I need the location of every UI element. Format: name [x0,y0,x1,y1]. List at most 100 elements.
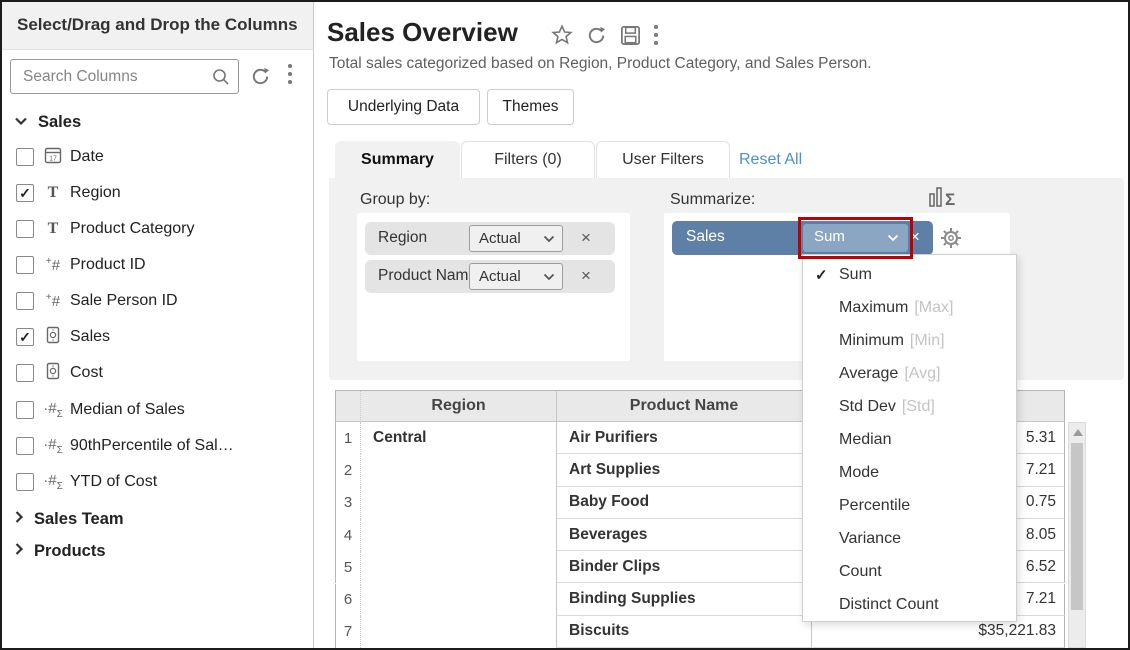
sidebar-group-products[interactable]: Products [14,536,106,566]
chevron-right-icon [14,542,24,561]
themes-button[interactable]: Themes [487,89,574,125]
sidebar-item-sales[interactable]: ✓ Sales [2,320,312,354]
menu-item-mode[interactable]: Mode [803,456,1016,489]
refresh-view-icon[interactable] [585,24,608,52]
tab-filters[interactable]: Filters (0) [461,141,595,178]
table-cell-product[interactable]: Biscuits [557,616,812,648]
chevron-down-icon [887,234,899,242]
sidebar-item-median-of-sales[interactable]: ·#Σ Median of Sales [2,393,312,427]
table-header-region[interactable]: Region [361,390,557,422]
chevron-down-icon [14,113,28,131]
table-cell-region[interactable]: Central [361,422,557,648]
checkbox[interactable] [16,401,34,419]
search-input[interactable]: Search Columns [10,59,239,94]
checkbox[interactable] [16,473,34,491]
sidebar-item-region[interactable]: ✓ T Region [2,176,312,210]
table-cell-product[interactable]: Art Supplies [557,454,812,486]
checkbox[interactable] [16,148,34,166]
remove-region-icon[interactable]: × [581,227,591,249]
row-number: 3 [335,487,361,519]
checkbox[interactable] [16,437,34,455]
region-mode-select[interactable]: Actual [469,225,563,252]
checkbox-checked[interactable]: ✓ [16,184,34,202]
group-pill-product-name[interactable]: Product Name Actual × [365,260,615,293]
table-scrollbar[interactable] [1068,422,1086,648]
underlying-data-button[interactable]: Underlying Data [327,89,480,125]
menu-item-median[interactable]: Median [803,423,1016,456]
menu-item-percentile[interactable]: Percentile [803,489,1016,522]
scrollbar-thumb[interactable] [1071,443,1083,610]
group-label: Sales [38,113,81,132]
row-number: 1 [335,422,361,454]
chevron-down-icon [543,273,555,281]
checkbox[interactable] [16,256,34,274]
currency-type-icon [42,326,64,348]
table-cell-product[interactable]: Binding Supplies [557,584,812,616]
sidebar-item-sale-person-id[interactable]: +# Sale Person ID [2,284,312,318]
menu-item-maximum[interactable]: Maximum[Max] [803,291,1016,324]
favorite-star-icon[interactable] [550,23,574,52]
chart-sigma-icon[interactable]: Σ [928,184,958,215]
menu-item-distinct-count[interactable]: Distinct Count [803,588,1016,621]
table-cell-product[interactable]: Air Purifiers [557,422,812,454]
tab-summary[interactable]: Summary [335,141,460,178]
svg-text:17: 17 [49,156,57,163]
menu-item-count[interactable]: Count [803,555,1016,588]
text-type-icon: T [42,184,64,202]
aggregation-menu: ✓ Sum Maximum[Max] Minimum[Min] Average[… [802,254,1017,622]
aggregate-type-icon: ·#Σ [42,472,64,492]
sidebar-item-date[interactable]: 17 Date [2,140,312,174]
refresh-columns-icon[interactable] [249,65,272,93]
sidebar-more-icon[interactable] [288,64,292,84]
text-type-icon: T [42,220,64,238]
checkbox-checked[interactable]: ✓ [16,328,34,346]
product-name-mode-select[interactable]: Actual [469,263,563,290]
calendar-icon: 17 [42,146,64,168]
sidebar-item-90th-percentile[interactable]: ·#Σ 90thPercentile of Sal… [2,429,312,463]
aggregate-type-icon: ·#Σ [42,436,64,456]
app-window: Select/Drag and Drop the Columns Search … [0,0,1130,650]
table-header-product-name[interactable]: Product Name [557,390,812,422]
remove-product-name-icon[interactable]: × [581,265,591,287]
page-subtitle: Total sales categorized based on Region,… [329,55,872,73]
chevron-right-icon [14,510,24,529]
reset-all-link[interactable]: Reset All [739,151,802,169]
menu-item-minimum[interactable]: Minimum[Min] [803,324,1016,357]
checkbox[interactable] [16,220,34,238]
group-pill-region[interactable]: Region Actual × [365,222,615,255]
row-number: 2 [335,454,361,486]
menu-item-variance[interactable]: Variance [803,522,1016,555]
svg-text:Σ: Σ [945,190,955,209]
checkbox[interactable] [16,292,34,310]
sidebar-item-product-id[interactable]: +# Product ID [2,248,312,282]
table-cell-product[interactable]: Beverages [557,519,812,551]
aggregation-select[interactable]: Sum [803,224,908,252]
sidebar-item-cost[interactable]: Cost [2,356,312,390]
gear-icon[interactable] [938,225,964,256]
group-by-label: Group by: [360,191,430,209]
summarize-label: Summarize: [670,191,755,209]
chevron-down-icon [543,235,555,243]
scroll-up-icon[interactable] [1073,429,1083,436]
remove-sales-icon[interactable]: × [910,226,920,248]
search-icon[interactable] [212,68,230,91]
tab-user-filters[interactable]: User Filters [596,141,730,178]
table-cell-product[interactable]: Binder Clips [557,551,812,583]
menu-item-std-dev[interactable]: Std Dev[Std] [803,390,1016,423]
sidebar-group-sales[interactable]: Sales [14,107,81,137]
save-icon[interactable] [619,24,642,52]
table-cell-product[interactable]: Baby Food [557,487,812,519]
sidebar-item-ytd-of-cost[interactable]: ·#Σ YTD of Cost [2,465,312,499]
row-number: 4 [335,519,361,551]
sidebar-item-product-category[interactable]: T Product Category [2,212,312,246]
aggregate-type-icon: ·#Σ [42,400,64,420]
menu-item-average[interactable]: Average[Avg] [803,357,1016,390]
table-header-rownum [335,390,361,422]
menu-item-sum[interactable]: ✓ Sum [803,258,1016,291]
sidebar-header: Select/Drag and Drop the Columns [2,2,313,50]
checkbox[interactable] [16,364,34,382]
row-number: 6 [335,584,361,616]
view-more-icon[interactable] [654,25,658,45]
number-type-icon: +# [42,256,64,274]
sidebar-group-sales-team[interactable]: Sales Team [14,504,124,534]
